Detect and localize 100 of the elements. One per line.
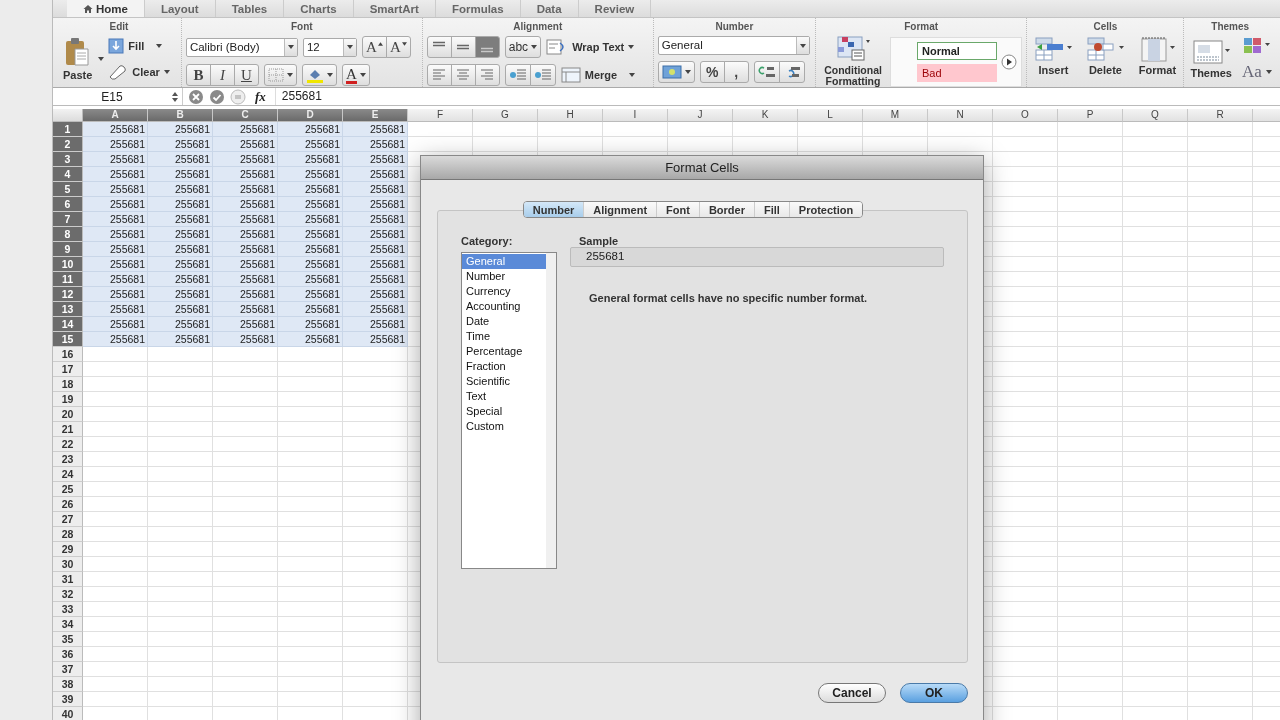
dialog-tab[interactable]: Font xyxy=(657,202,700,217)
category-item[interactable]: Percentage xyxy=(462,344,546,359)
cell-style-option[interactable]: Bad xyxy=(917,63,998,82)
vertical-align-button[interactable] xyxy=(426,36,452,58)
row-header[interactable]: 34 xyxy=(53,617,83,632)
column-header[interactable]: D xyxy=(278,109,343,122)
decrease-indent-button[interactable] xyxy=(504,64,531,86)
row-header[interactable]: 40 xyxy=(53,707,83,720)
conditional-formatting-button[interactable]: Conditional Formatting xyxy=(820,36,887,87)
name-box[interactable]: E15 xyxy=(53,88,183,105)
row-header[interactable]: 30 xyxy=(53,557,83,572)
row-header[interactable]: 33 xyxy=(53,602,83,617)
row-header[interactable]: 1 xyxy=(53,122,83,137)
font-size-dropdown[interactable]: 12 xyxy=(302,37,357,57)
row-header[interactable]: 8 xyxy=(53,227,83,242)
ribbon-tab[interactable]: SmartArt xyxy=(353,0,436,17)
column-header[interactable]: C xyxy=(213,109,278,122)
themes-button[interactable]: Themes xyxy=(1188,39,1234,79)
ribbon-tab[interactable]: Layout xyxy=(144,0,216,17)
align-right-button[interactable] xyxy=(474,64,500,86)
row-header[interactable]: 13 xyxy=(53,302,83,317)
increase-indent-button[interactable] xyxy=(529,64,556,86)
caret-icon[interactable] xyxy=(98,57,105,61)
ribbon-tab[interactable]: Charts xyxy=(284,0,354,17)
equals-icon[interactable] xyxy=(230,88,246,105)
grow-font-button[interactable]: A xyxy=(361,36,387,58)
dialog-tab[interactable]: Fill xyxy=(754,202,790,217)
ribbon-tab[interactable]: Review xyxy=(578,0,652,17)
row-header[interactable]: 23 xyxy=(53,452,83,467)
number-format-dropdown[interactable]: General xyxy=(657,36,810,55)
row-header[interactable]: 25 xyxy=(53,482,83,497)
row-header[interactable]: 16 xyxy=(53,347,83,362)
theme-fonts-button[interactable]: Aa xyxy=(1242,62,1272,82)
row-header[interactable]: 9 xyxy=(53,242,83,257)
row-header[interactable]: 28 xyxy=(53,527,83,542)
row-header[interactable]: 10 xyxy=(53,257,83,272)
accounting-format-button[interactable] xyxy=(657,61,695,83)
shrink-font-button[interactable]: A xyxy=(385,36,411,58)
row-header[interactable]: 2 xyxy=(53,137,83,152)
category-item[interactable]: Scientific xyxy=(462,374,546,389)
cell-style-option[interactable]: Normal xyxy=(917,41,998,60)
dialog-tab[interactable]: Number xyxy=(523,202,585,217)
category-item[interactable]: Special xyxy=(462,404,546,419)
paste-button[interactable]: Paste xyxy=(61,37,95,81)
row-header[interactable]: 15 xyxy=(53,332,83,347)
dialog-tab[interactable]: Protection xyxy=(789,202,863,217)
ribbon-tab[interactable]: Formulas xyxy=(435,0,521,17)
fill-color-button[interactable] xyxy=(301,64,337,86)
category-item[interactable]: Currency xyxy=(462,284,546,299)
insert-button[interactable]: Insert xyxy=(1031,36,1076,76)
checkmark-icon[interactable] xyxy=(209,88,225,105)
row-header[interactable]: 6 xyxy=(53,197,83,212)
category-item[interactable]: Time xyxy=(462,329,546,344)
stepper-icon[interactable] xyxy=(171,90,179,103)
comma-button[interactable]: , xyxy=(723,61,749,83)
column-header[interactable]: B xyxy=(148,109,213,122)
align-center-button[interactable] xyxy=(450,64,476,86)
row-header[interactable]: 17 xyxy=(53,362,83,377)
orientation-button[interactable]: abc xyxy=(504,36,542,58)
column-header[interactable]: A xyxy=(83,109,148,122)
fill-button[interactable]: Fill xyxy=(108,36,163,56)
row-header[interactable]: 27 xyxy=(53,512,83,527)
row-header[interactable]: 36 xyxy=(53,647,83,662)
dialog-tab[interactable]: Alignment xyxy=(584,202,658,217)
clear-button[interactable]: Clear xyxy=(108,62,170,82)
wrap-text-button[interactable]: Wrap Text xyxy=(546,37,635,57)
align-left-button[interactable] xyxy=(426,64,452,86)
vertical-align-button[interactable] xyxy=(450,36,476,58)
merge-button[interactable]: Merge xyxy=(560,65,636,85)
row-header[interactable]: 11 xyxy=(53,272,83,287)
italic-button[interactable]: I xyxy=(209,64,235,86)
row-header[interactable]: 32 xyxy=(53,587,83,602)
row-header[interactable]: 39 xyxy=(53,692,83,707)
row-header[interactable]: 37 xyxy=(53,662,83,677)
percent-button[interactable]: % xyxy=(699,61,725,83)
column-header[interactable]: E xyxy=(343,109,408,122)
row-header[interactable]: 35 xyxy=(53,632,83,647)
ok-button[interactable]: OK xyxy=(900,683,968,703)
vertical-align-button[interactable] xyxy=(474,36,500,58)
ribbon-tab[interactable]: Data xyxy=(520,0,579,17)
decrease-decimal-button[interactable] xyxy=(778,61,805,83)
category-item[interactable]: Number xyxy=(462,269,546,284)
row-header[interactable]: 5 xyxy=(53,182,83,197)
font-name-dropdown[interactable]: Calibri (Body) xyxy=(185,37,298,57)
row-header[interactable]: 22 xyxy=(53,437,83,452)
ribbon-tab[interactable]: Tables xyxy=(215,0,285,17)
delete-button[interactable]: Delete xyxy=(1083,36,1128,76)
row-header[interactable]: 21 xyxy=(53,422,83,437)
category-item[interactable]: Custom xyxy=(462,419,546,434)
cancel-icon[interactable] xyxy=(188,88,204,105)
row-header[interactable]: 31 xyxy=(53,572,83,587)
row-header[interactable]: 14 xyxy=(53,317,83,332)
ribbon-tab[interactable]: Home xyxy=(67,0,145,17)
row-header[interactable]: 24 xyxy=(53,467,83,482)
row-header[interactable]: 18 xyxy=(53,377,83,392)
formula-field[interactable]: 255681 xyxy=(274,88,1280,105)
dialog-tab[interactable]: Border xyxy=(699,202,755,217)
increase-decimal-button[interactable] xyxy=(753,61,780,83)
row-header[interactable]: 7 xyxy=(53,212,83,227)
insert-function-button[interactable]: fx xyxy=(251,88,270,105)
